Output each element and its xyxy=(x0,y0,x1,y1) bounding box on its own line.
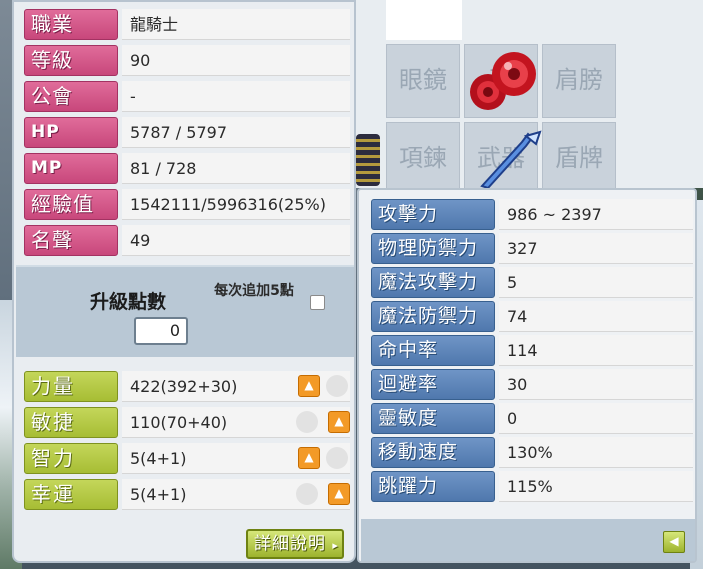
plus-arrow-icon[interactable]: ▲ xyxy=(298,447,320,469)
collapse-arrow-icon[interactable]: ◀ xyxy=(663,531,685,553)
detailed-stat-window: 攻擊力 986 ~ 2397 物理防禦力 327 魔法攻擊力 5 魔法防禦力 7… xyxy=(357,188,697,563)
detail-stat-label: 魔法攻擊力 xyxy=(371,267,495,298)
info-value: 49 xyxy=(122,225,350,256)
info-value: 1542111/5996316(25%) xyxy=(122,189,350,220)
info-label: 等級 xyxy=(24,45,118,76)
detail-row-phys-def: 物理防禦力 327 xyxy=(371,233,693,265)
detail-stat-label: 魔法防禦力 xyxy=(371,301,495,332)
detail-stat-value: 986 ~ 2397 xyxy=(499,199,693,230)
base-row-int: 智力 5(4+1) ▲ xyxy=(22,443,352,475)
detail-toggle-button[interactable]: 詳細說明 ▸ xyxy=(246,529,344,559)
info-label: 公會 xyxy=(24,81,118,112)
equipment-slot-empty[interactable] xyxy=(386,0,462,40)
detail-stat-label: 靈敏度 xyxy=(371,403,495,434)
detail-row-accuracy: 命中率 114 xyxy=(371,335,693,367)
detail-stat-value: 115% xyxy=(499,471,693,502)
detail-row-avoid: 迴避率 30 xyxy=(371,369,693,401)
ability-point-section: 升級點數 0 每次追加5點 xyxy=(16,265,354,357)
spear-weapon-icon[interactable] xyxy=(476,130,548,188)
equip-slot-shoulder[interactable]: 肩膀 xyxy=(542,44,616,118)
info-label: MP xyxy=(24,153,118,184)
detail-stat-label: 移動速度 xyxy=(371,437,495,468)
detail-button-label: 詳細說明 xyxy=(254,534,326,554)
detail-row-speed: 移動速度 130% xyxy=(371,437,693,469)
detail-row-magic-def: 魔法防禦力 74 xyxy=(371,301,693,333)
disabled-slot xyxy=(326,375,348,397)
disabled-slot xyxy=(326,447,348,469)
equip-slot-pendant[interactable]: 項鍊 xyxy=(386,122,460,196)
base-stat-label: 力量 xyxy=(24,371,118,402)
equip-slot-label: 肩膀 xyxy=(555,66,603,94)
ability-point-value: 0 xyxy=(134,317,188,345)
info-row-fame: 名聲 49 xyxy=(22,225,352,257)
base-row-str: 力量 422(392+30) ▲ xyxy=(22,371,352,403)
rose-earring-icon[interactable] xyxy=(466,46,542,116)
info-row-level: 等級 90 xyxy=(22,45,352,77)
detail-row-attack: 攻擊力 986 ~ 2397 xyxy=(371,199,693,231)
plus-arrow-icon[interactable]: ▲ xyxy=(298,375,320,397)
info-label: HP xyxy=(24,117,118,148)
detail-row-jump: 跳躍力 115% xyxy=(371,471,693,503)
equip-slot-label: 眼鏡 xyxy=(399,66,447,94)
disabled-slot xyxy=(296,411,318,433)
equip-slot-shield[interactable]: 盾牌 xyxy=(542,122,616,196)
info-value: 81 / 728 xyxy=(122,153,350,184)
info-value: 5787 / 5797 xyxy=(122,117,350,148)
disabled-slot xyxy=(296,483,318,505)
detailed-stat-footer: ◀ xyxy=(361,519,695,561)
plus-arrow-icon[interactable]: ▲ xyxy=(328,483,350,505)
info-label: 名聲 xyxy=(24,225,118,256)
detail-stat-value: 74 xyxy=(499,301,693,332)
equip-slot-label: 項鍊 xyxy=(399,144,447,172)
detail-row-agility: 靈敏度 0 xyxy=(371,403,693,435)
detail-stat-label: 物理防禦力 xyxy=(371,233,495,264)
auto-assign-label: 每次追加5點 xyxy=(214,283,294,299)
auto-assign-checkbox[interactable] xyxy=(310,295,325,310)
info-row-exp: 經驗值 1542111/5996316(25%) xyxy=(22,189,352,221)
chevron-right-icon: ▸ xyxy=(332,539,339,552)
plus-arrow-icon[interactable]: ▲ xyxy=(328,411,350,433)
info-row-mp: MP 81 / 728 xyxy=(22,153,352,185)
detail-stat-label: 迴避率 xyxy=(371,369,495,400)
detail-stat-value: 327 xyxy=(499,233,693,264)
detail-stat-value: 114 xyxy=(499,335,693,366)
detail-stat-label: 命中率 xyxy=(371,335,495,366)
detail-row-magic-atk: 魔法攻擊力 5 xyxy=(371,267,693,299)
base-row-luk: 幸運 5(4+1) ▲ xyxy=(22,479,352,511)
base-row-dex: 敏捷 110(70+40) ▲ xyxy=(22,407,352,439)
info-value: - xyxy=(122,81,350,112)
detail-stat-label: 攻擊力 xyxy=(371,199,495,230)
info-row-job: 職業 龍騎士 xyxy=(22,9,352,41)
equip-slot-glasses[interactable]: 眼鏡 xyxy=(386,44,460,118)
info-label: 職業 xyxy=(24,9,118,40)
ability-point-title: 升級點數 xyxy=(90,291,167,313)
info-label: 經驗值 xyxy=(24,189,118,220)
detail-stat-value: 5 xyxy=(499,267,693,298)
info-row-hp: HP 5787 / 5797 xyxy=(22,117,352,149)
equip-slot-label: 盾牌 xyxy=(555,144,603,172)
base-stat-label: 敏捷 xyxy=(24,407,118,438)
base-stat-label: 智力 xyxy=(24,443,118,474)
detail-stat-value: 130% xyxy=(499,437,693,468)
detail-stat-value: 0 xyxy=(499,403,693,434)
info-value: 龍騎士 xyxy=(122,9,350,40)
character-stat-window: 職業 龍騎士 等級 90 公會 - HP 5787 / 5797 MP 81 /… xyxy=(12,0,356,563)
info-row-guild: 公會 - xyxy=(22,81,352,113)
info-value: 90 xyxy=(122,45,350,76)
detail-stat-label: 跳躍力 xyxy=(371,471,495,502)
hat-item-icon[interactable] xyxy=(356,134,380,186)
base-stat-label: 幸運 xyxy=(24,479,118,510)
detail-stat-value: 30 xyxy=(499,369,693,400)
